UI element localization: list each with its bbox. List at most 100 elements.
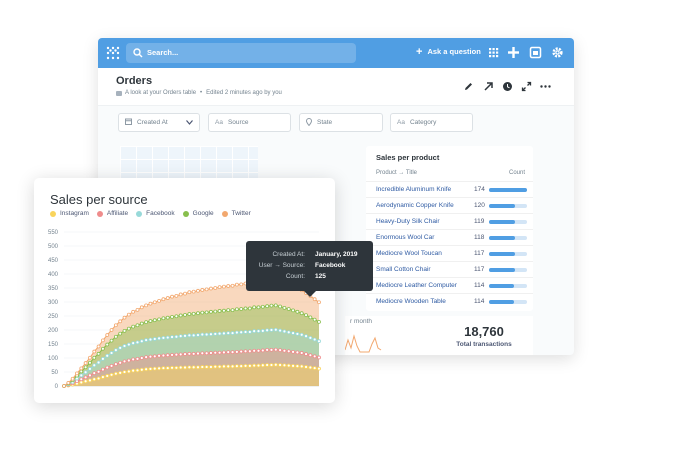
data-point[interactable]: [196, 365, 200, 370]
data-point[interactable]: [148, 354, 153, 359]
browse-data-icon[interactable]: [529, 46, 542, 59]
data-point[interactable]: [92, 371, 97, 376]
data-point[interactable]: [109, 372, 114, 377]
data-point[interactable]: [109, 338, 114, 343]
pencil-icon[interactable]: [463, 81, 474, 92]
data-point[interactable]: [196, 351, 200, 356]
data-point[interactable]: [213, 364, 218, 369]
search-input[interactable]: Search...: [126, 43, 356, 63]
data-point[interactable]: [234, 282, 239, 287]
data-point[interactable]: [157, 298, 161, 303]
data-point[interactable]: [217, 309, 222, 313]
data-point[interactable]: [243, 363, 248, 368]
data-point[interactable]: [269, 347, 274, 352]
data-point[interactable]: [209, 365, 213, 369]
data-point[interactable]: [165, 296, 170, 300]
data-point[interactable]: [204, 351, 209, 356]
data-point[interactable]: [222, 284, 226, 289]
data-point[interactable]: [234, 307, 239, 312]
data-point[interactable]: [161, 366, 166, 370]
data-point[interactable]: [252, 329, 257, 334]
data-point[interactable]: [96, 360, 101, 365]
data-point[interactable]: [200, 365, 205, 369]
data-point[interactable]: [265, 328, 270, 333]
product-title[interactable]: Mediocre Wool Toucan: [376, 250, 442, 257]
data-point[interactable]: [88, 360, 92, 365]
data-point[interactable]: [161, 316, 166, 321]
data-point[interactable]: [62, 384, 66, 388]
table-row[interactable]: Aerodynamic Copper Knife 120: [366, 197, 533, 213]
data-point[interactable]: [187, 333, 192, 338]
data-point[interactable]: [299, 311, 304, 316]
data-point[interactable]: [144, 355, 149, 360]
data-point[interactable]: [183, 312, 187, 317]
data-point[interactable]: [286, 363, 291, 368]
data-point[interactable]: [131, 368, 136, 373]
data-point[interactable]: [135, 340, 140, 345]
data-point[interactable]: [144, 367, 149, 372]
data-point[interactable]: [135, 323, 140, 328]
data-point[interactable]: [239, 307, 244, 311]
table-row[interactable]: Heavy-Duty Silk Chair 119: [366, 213, 533, 229]
gear-icon[interactable]: [551, 46, 564, 59]
data-point[interactable]: [295, 332, 300, 336]
data-point[interactable]: [148, 319, 153, 323]
data-point[interactable]: [312, 366, 317, 370]
data-point[interactable]: [170, 335, 174, 339]
data-point[interactable]: [105, 374, 110, 378]
data-point[interactable]: [157, 366, 161, 371]
data-point[interactable]: [200, 351, 205, 356]
data-point[interactable]: [122, 328, 127, 333]
data-point[interactable]: [79, 377, 84, 382]
data-point[interactable]: [304, 365, 308, 369]
data-point[interactable]: [187, 312, 192, 316]
data-point[interactable]: [286, 330, 291, 335]
data-point[interactable]: [96, 344, 101, 349]
filter-category[interactable]: Aa Category: [390, 113, 473, 132]
data-point[interactable]: [230, 364, 235, 369]
data-point[interactable]: [304, 352, 308, 356]
data-point[interactable]: [308, 365, 313, 370]
data-point[interactable]: [282, 329, 287, 334]
data-point[interactable]: [317, 355, 321, 360]
data-point[interactable]: [226, 308, 231, 313]
product-title[interactable]: Aerodynamic Copper Knife: [376, 202, 454, 209]
data-point[interactable]: [317, 366, 321, 371]
data-point[interactable]: [144, 320, 149, 325]
data-point[interactable]: [113, 371, 118, 376]
data-point[interactable]: [148, 337, 153, 342]
data-point[interactable]: [312, 337, 317, 342]
data-point[interactable]: [183, 291, 187, 296]
data-point[interactable]: [312, 354, 317, 359]
data-point[interactable]: [308, 335, 313, 340]
filter-source[interactable]: Aa Source: [208, 113, 291, 132]
data-point[interactable]: [213, 332, 218, 336]
table-row[interactable]: Small Cotton Chair 117: [366, 261, 533, 277]
data-point[interactable]: [165, 353, 170, 358]
data-point[interactable]: [230, 331, 235, 335]
data-point[interactable]: [269, 363, 274, 367]
data-point[interactable]: [178, 313, 183, 318]
data-point[interactable]: [239, 349, 244, 354]
data-point[interactable]: [260, 304, 265, 309]
data-point[interactable]: [105, 342, 110, 347]
data-point[interactable]: [144, 338, 149, 342]
data-point[interactable]: [83, 379, 88, 384]
data-point[interactable]: [126, 312, 131, 317]
fullscreen-icon[interactable]: [521, 81, 532, 92]
data-point[interactable]: [204, 365, 209, 369]
data-point[interactable]: [213, 309, 218, 314]
data-point[interactable]: [230, 350, 235, 355]
data-point[interactable]: [109, 328, 114, 332]
data-point[interactable]: [126, 369, 131, 374]
data-point[interactable]: [152, 300, 157, 305]
table-row[interactable]: Enormous Wool Car 118: [366, 229, 533, 245]
data-point[interactable]: [239, 282, 244, 287]
data-point[interactable]: [256, 348, 261, 353]
data-point[interactable]: [308, 353, 313, 358]
data-point[interactable]: [122, 344, 127, 348]
data-point[interactable]: [291, 349, 295, 354]
data-point[interactable]: [126, 342, 131, 347]
data-point[interactable]: [200, 288, 205, 292]
data-point[interactable]: [295, 350, 300, 355]
